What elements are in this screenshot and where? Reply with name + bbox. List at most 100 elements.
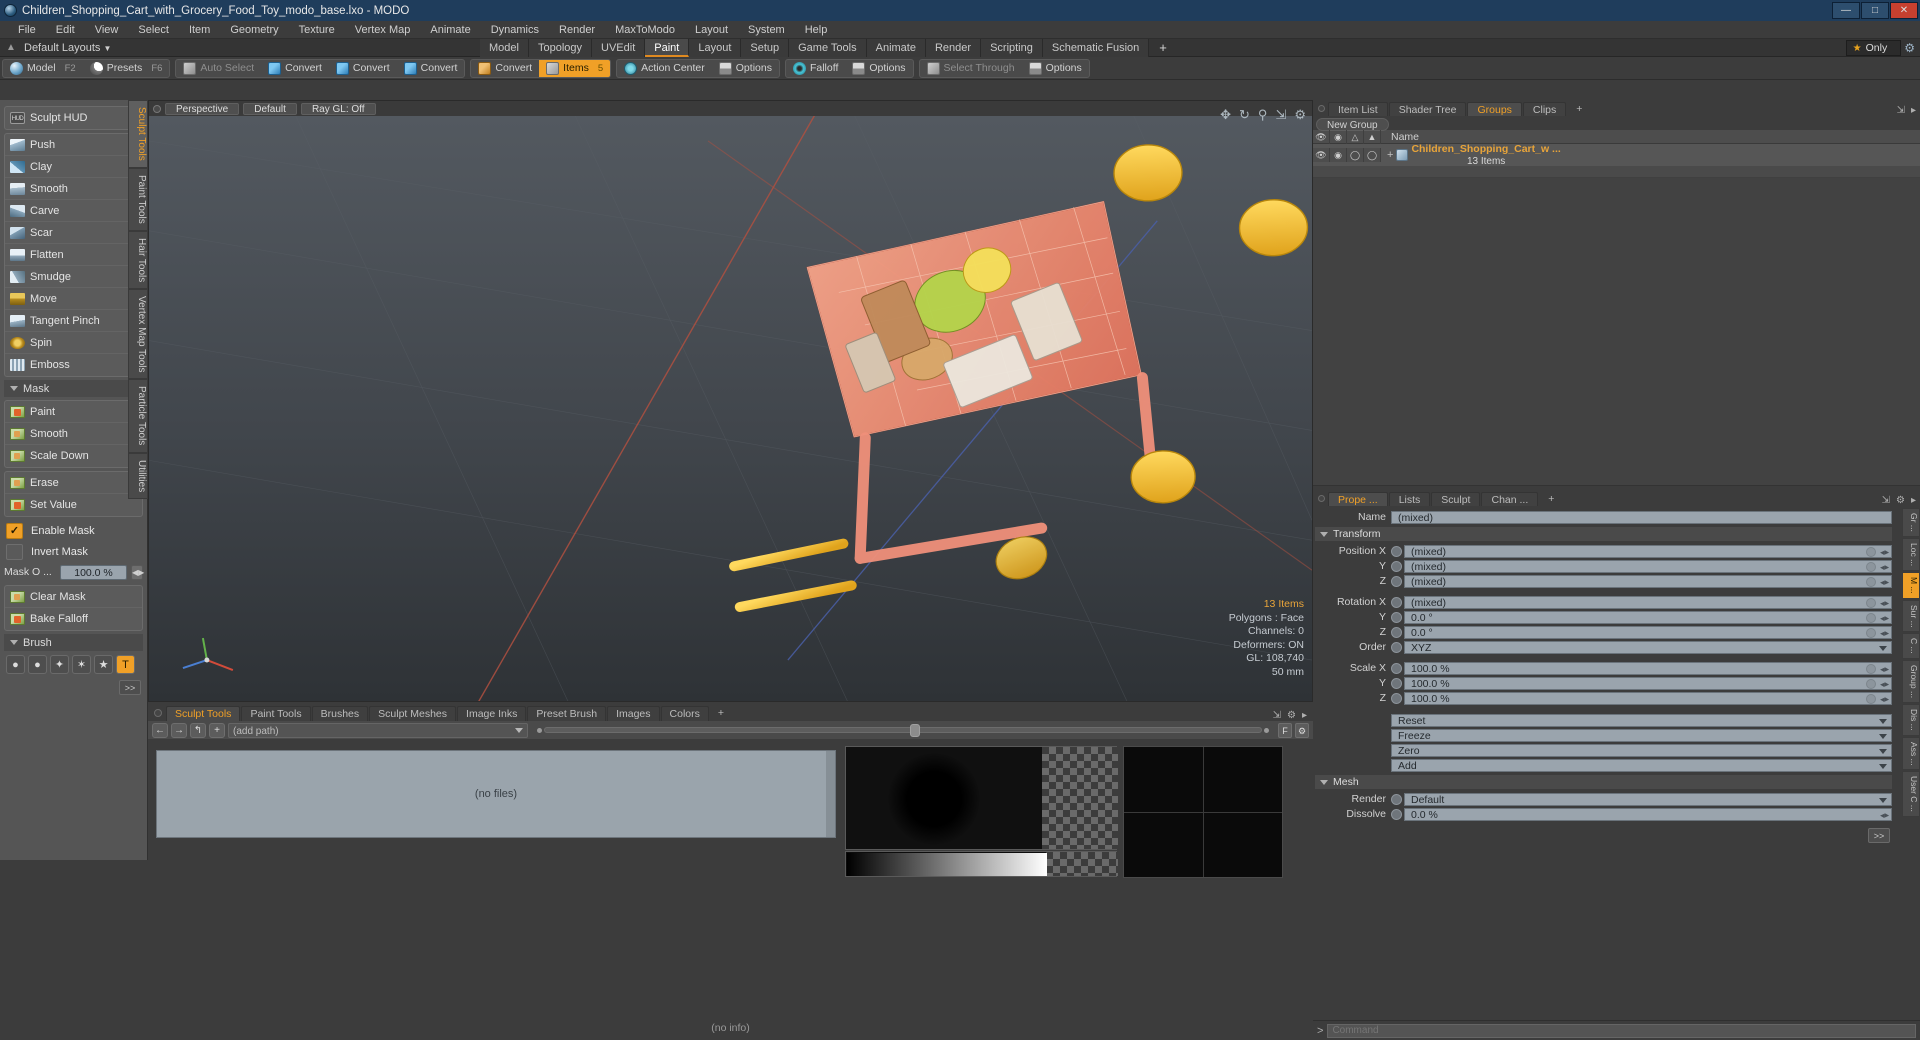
gear-icon[interactable]: ⚙	[1904, 41, 1918, 55]
brush-more-button[interactable]: >>	[119, 680, 141, 695]
right-panel-menu-icon[interactable]	[1318, 105, 1325, 112]
bottom-tab-sculpt-tools[interactable]: Sculpt Tools	[166, 706, 241, 721]
vtab-particle-tools[interactable]: Particle Tools	[128, 379, 148, 453]
side-tab-mesh[interactable]: M ...	[1902, 572, 1920, 599]
properties-add-tab-button[interactable]: +	[1539, 492, 1563, 506]
clear-mask-button[interactable]: Clear Mask	[5, 586, 142, 608]
default-layouts-dropdown[interactable]: Default Layouts ▼	[18, 42, 117, 54]
tab-add-button[interactable]: +	[1567, 102, 1591, 116]
tab-lists[interactable]: Lists	[1388, 492, 1431, 506]
sculpt-tool-move[interactable]: Move	[5, 288, 142, 310]
slider-track[interactable]	[544, 724, 1262, 737]
tool-presets-button[interactable]: Presets F6	[83, 60, 170, 77]
command-input[interactable]	[1327, 1023, 1916, 1038]
add-layout-tab-button[interactable]: +	[1149, 39, 1177, 57]
viewport-shading-button[interactable]: Default	[243, 102, 297, 115]
brush-preview-swatch[interactable]	[845, 746, 1118, 850]
menu-item-render[interactable]: Render	[549, 21, 605, 39]
add-path-icon[interactable]: +	[209, 722, 225, 738]
row-render-icon[interactable]: ◉	[1330, 148, 1347, 162]
add-dropdown[interactable]: Add	[1391, 758, 1892, 772]
tool-select-through-button[interactable]: Select Through	[920, 60, 1022, 77]
bottom-tab-add-button[interactable]: +	[710, 706, 732, 721]
vtab-utilities[interactable]: Utilities	[128, 452, 148, 499]
side-tab-c[interactable]: C ...	[1902, 633, 1920, 659]
menu-item-layout[interactable]: Layout	[685, 21, 738, 39]
gear-icon[interactable]: ⚙	[1294, 107, 1306, 123]
rotation-z-key-icon[interactable]	[1391, 626, 1402, 638]
maximize-panel-icon[interactable]: ⇲	[1273, 710, 1281, 721]
mask-section-header[interactable]: Mask	[4, 380, 143, 397]
row-wire-icon[interactable]: ◯	[1364, 148, 1381, 162]
bottom-tab-preset-brush[interactable]: Preset Brush	[527, 706, 607, 721]
row-shade-icon[interactable]: ◯	[1347, 148, 1364, 162]
vtab-hair-tools[interactable]: Hair Tools	[128, 230, 148, 289]
menu-item-texture[interactable]: Texture	[289, 21, 345, 39]
sculpt-tool-flatten[interactable]: Flatten	[5, 244, 142, 266]
brush-shape-1[interactable]: ●	[28, 655, 47, 674]
properties-menu-icon[interactable]	[1318, 495, 1325, 502]
sculpt-tool-scar[interactable]: Scar	[5, 222, 142, 244]
menu-item-animate[interactable]: Animate	[420, 21, 480, 39]
groups-list-row[interactable]: 👁 ◉ ◯ ◯ + Children_Shopping_Cart_w ... 1…	[1313, 143, 1920, 167]
pin-icon[interactable]: ▲	[4, 41, 18, 55]
menu-item-vertex-map[interactable]: Vertex Map	[345, 21, 421, 39]
3d-viewport[interactable]: Perspective Default Ray GL: Off ✥ ↻ ⚲ ⇲ …	[148, 100, 1313, 702]
mask-tool-paint[interactable]: Paint	[5, 401, 142, 423]
bottom-panel-menu-icon[interactable]	[154, 709, 162, 717]
dissolve-field[interactable]: 0.0 % ◂▸	[1404, 807, 1892, 821]
path-dropdown[interactable]: (add path)	[228, 722, 528, 738]
preset-file-area[interactable]: (no files)	[156, 750, 836, 838]
layout-tab-game-tools[interactable]: Game Tools	[789, 38, 867, 57]
position-z-key-icon[interactable]	[1391, 575, 1402, 587]
brush-shape-0[interactable]: ●	[6, 655, 25, 674]
tool-convert-vertex-button[interactable]: Convert	[261, 60, 329, 77]
bottom-tab-image-inks[interactable]: Image Inks	[457, 706, 527, 721]
tool-action-center-button[interactable]: Action Center	[617, 60, 712, 77]
bottom-tab-colors[interactable]: Colors	[660, 706, 709, 721]
layout-tab-layout[interactable]: Layout	[689, 38, 742, 57]
menu-item-maxtomodo[interactable]: MaxToModo	[605, 21, 685, 39]
tool-action-center-options-button[interactable]: Options	[712, 60, 779, 77]
groups-list-body[interactable]	[1313, 166, 1920, 486]
close-button[interactable]: ✕	[1890, 2, 1918, 19]
maximize-panel-icon[interactable]: ⇲	[1882, 495, 1890, 506]
sculpt-tool-clay[interactable]: Clay	[5, 156, 142, 178]
transform-section-header[interactable]: Transform	[1315, 527, 1892, 541]
tool-auto-select-button[interactable]: Auto Select	[176, 60, 261, 77]
mask-tool-smooth[interactable]: Smooth	[5, 423, 142, 445]
side-tab-loc[interactable]: Loc ...	[1902, 537, 1920, 572]
eye-icon[interactable]: 👁	[1313, 129, 1330, 144]
filter-button[interactable]: F	[1278, 722, 1292, 738]
sculpt-tool-push[interactable]: Push	[5, 134, 142, 156]
chevron-right-icon[interactable]: ▸	[1911, 495, 1916, 506]
menu-item-select[interactable]: Select	[128, 21, 179, 39]
position-x-key-icon[interactable]	[1391, 545, 1402, 557]
rotation-x-field[interactable]: (mixed) ◂▸	[1404, 595, 1892, 609]
viewport-view-button[interactable]: Perspective	[165, 102, 240, 115]
side-tab-user-c[interactable]: User C ...	[1902, 771, 1920, 818]
layout-tab-model[interactable]: Model	[480, 38, 529, 57]
tab-groups[interactable]: Groups	[1467, 102, 1522, 116]
tool-select-through-options-button[interactable]: Options	[1022, 60, 1089, 77]
vtab-vertex-map-tools[interactable]: Vertex Map Tools	[128, 288, 148, 380]
shade-icon[interactable]: △	[1347, 129, 1364, 144]
tool-convert-edge-button[interactable]: Convert	[329, 60, 397, 77]
freeze-dropdown[interactable]: Freeze	[1391, 728, 1892, 742]
image-ink-preview[interactable]	[1123, 746, 1283, 878]
tool-convert-material-button[interactable]: Convert	[471, 60, 539, 77]
layout-tab-animate[interactable]: Animate	[866, 38, 926, 57]
layout-tab-topology[interactable]: Topology	[528, 38, 593, 57]
layout-tab-paint[interactable]: Paint	[645, 38, 690, 57]
invert-mask-checkbox[interactable]: Invert Mask	[2, 541, 145, 562]
menu-item-file[interactable]: File	[8, 21, 46, 39]
position-y-field[interactable]: (mixed) ◂▸	[1404, 559, 1892, 573]
tab-channels[interactable]: Chan ...	[1481, 492, 1539, 506]
sculpt-tool-smudge[interactable]: Smudge	[5, 266, 142, 288]
rotation-y-key-icon[interactable]	[1391, 611, 1402, 623]
rotation-y-field[interactable]: 0.0 ° ◂▸	[1404, 610, 1892, 624]
render-dropdown[interactable]: Default	[1404, 792, 1892, 806]
menu-item-item[interactable]: Item	[179, 21, 220, 39]
rotate-icon[interactable]: ↻	[1239, 107, 1250, 123]
layout-tab-uvedit[interactable]: UVEdit	[592, 38, 646, 57]
